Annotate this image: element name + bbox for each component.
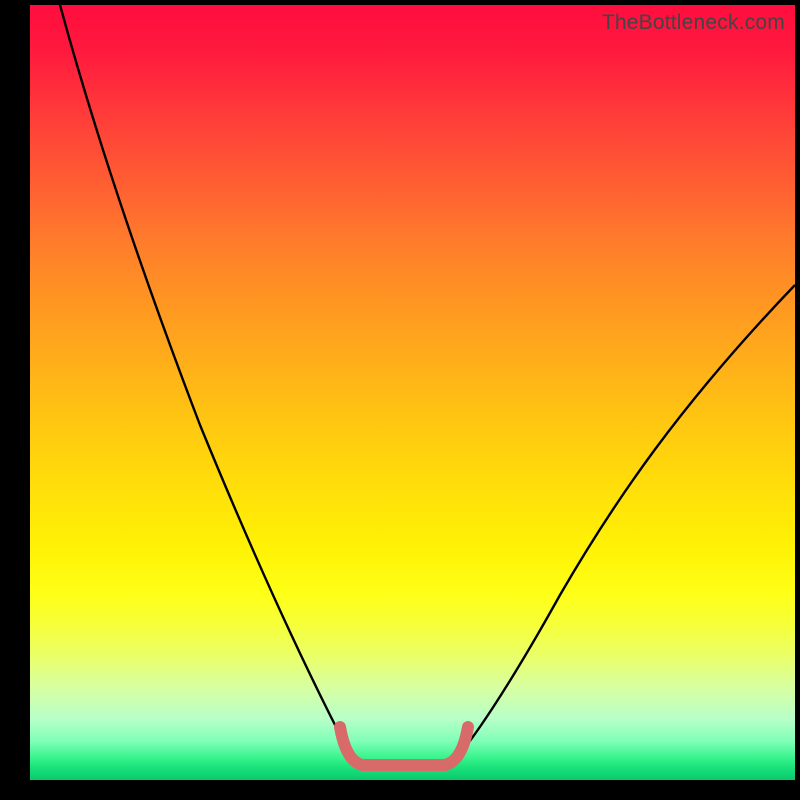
flat-bracket — [340, 727, 468, 765]
chart-frame: TheBottleneck.com — [0, 0, 800, 800]
left-curve — [60, 5, 360, 765]
chart-svg — [30, 5, 795, 780]
plot-area: TheBottleneck.com — [30, 5, 795, 780]
right-curve — [450, 285, 795, 765]
